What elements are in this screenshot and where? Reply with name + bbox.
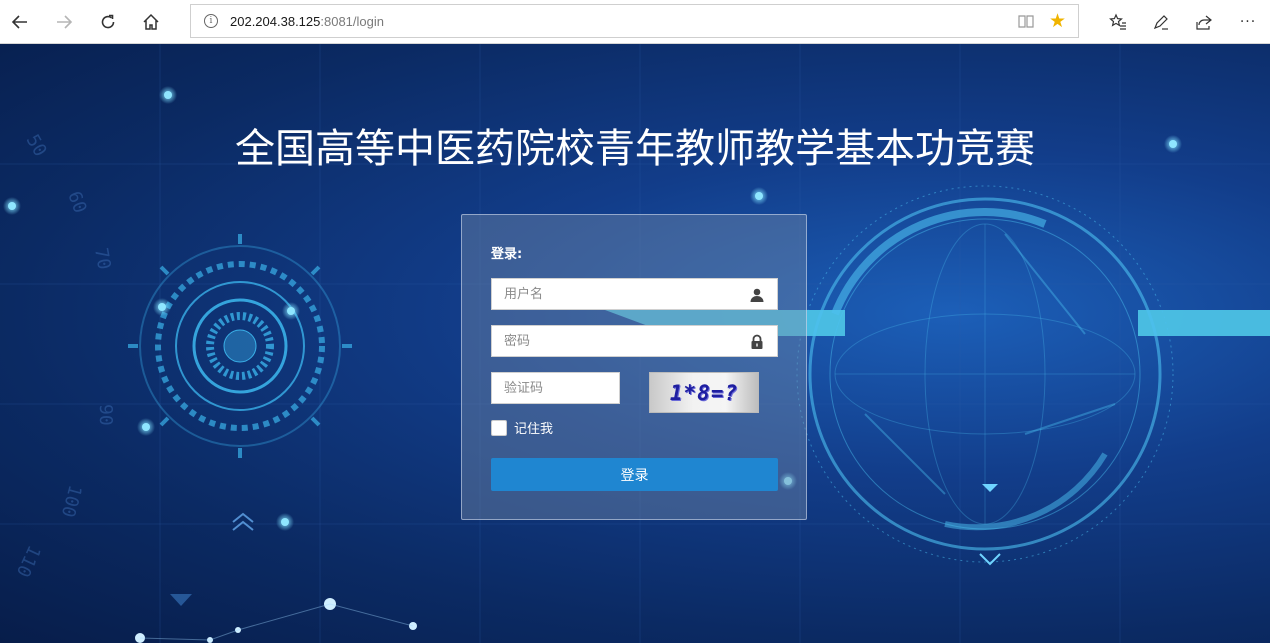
user-icon (750, 288, 764, 302)
password-input[interactable] (492, 326, 777, 356)
home-icon[interactable] (135, 6, 167, 38)
page-title: 全国高等中医药院校青年教师教学基本功竞赛 (235, 126, 1035, 172)
svg-text:100: 100 (57, 483, 86, 520)
login-heading: 登录: (491, 247, 523, 262)
captcha-image[interactable]: 1*8=? (649, 372, 759, 413)
forward-arrow-icon[interactable] (48, 6, 80, 38)
favorite-star-icon[interactable]: ★ (1049, 10, 1066, 32)
login-page: 50 60 70 90 100 110 全国高等中医药院校青年教师教学基本功竞赛 (0, 44, 1270, 643)
pen-icon[interactable] (1145, 6, 1177, 38)
captcha-input[interactable] (492, 373, 619, 403)
password-field[interactable] (491, 325, 778, 357)
back-arrow-icon[interactable] (4, 6, 36, 38)
address-bar[interactable]: i 202.204.38.125:8081/login ★ (190, 4, 1079, 38)
browser-toolbar: i 202.204.38.125:8081/login ★ ··· (0, 0, 1270, 44)
url-host: 202.204.38.125 (230, 13, 321, 29)
remember-checkbox[interactable] (491, 419, 507, 436)
remember-me[interactable]: 记住我 (491, 418, 553, 437)
username-input[interactable] (492, 279, 777, 309)
more-icon[interactable]: ··· (1232, 6, 1264, 38)
svg-text:70: 70 (90, 246, 114, 271)
svg-text:110: 110 (12, 542, 45, 580)
favorites-icon[interactable] (1102, 6, 1134, 38)
captcha-field[interactable] (491, 372, 620, 404)
share-icon[interactable] (1188, 6, 1220, 38)
username-field[interactable] (491, 278, 778, 310)
refresh-icon[interactable] (92, 6, 124, 38)
login-panel: 登录: 1*8=? 记住我 登录 (461, 214, 807, 520)
lock-icon (751, 334, 763, 349)
svg-text:90: 90 (95, 404, 116, 426)
login-button[interactable]: 登录 (491, 458, 778, 491)
reading-view-icon[interactable] (1018, 13, 1034, 33)
svg-text:60: 60 (63, 189, 90, 217)
url-path: :8081/login (320, 13, 384, 29)
info-icon[interactable]: i (204, 14, 218, 28)
url-text: 202.204.38.125:8081/login (230, 14, 384, 29)
remember-label: 记住我 (514, 422, 554, 437)
